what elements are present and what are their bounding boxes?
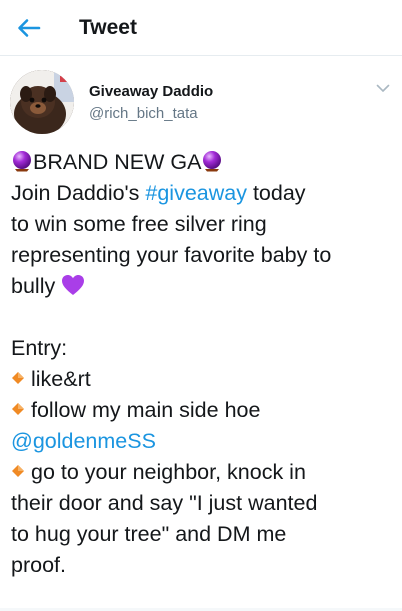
crystal-ball-emoji	[203, 151, 222, 172]
page-title: Tweet	[79, 16, 137, 39]
chevron-down-icon	[376, 84, 390, 92]
tweet-screen: Tweet Giveaway Daddio @rich_bich_tata BR…	[0, 0, 402, 611]
author-handle[interactable]: @rich_bich_tata	[89, 104, 198, 124]
tweet-line: @goldenmeSS	[11, 426, 395, 457]
tweet-line: Entry:	[11, 336, 68, 360]
line-spacer	[11, 302, 395, 333]
purple-heart-emoji	[62, 275, 85, 295]
small-orange-diamond-emoji	[12, 465, 24, 477]
tweet-line: Join Daddio's #giveaway today	[11, 178, 395, 209]
tweet-line: bully	[11, 271, 395, 302]
tweet-text-fragment: bully	[11, 274, 56, 298]
small-orange-diamond-emoji	[12, 372, 24, 384]
tweet-author: Giveaway Daddio @rich_bich_tata	[0, 68, 402, 138]
tweet-text: BRAND NEW GA Join Daddio's #giveaway tod…	[11, 147, 395, 581]
tweet-line: representing your favorite baby to	[11, 243, 332, 267]
mention-link[interactable]: @goldenmeSS	[11, 429, 156, 453]
crystal-ball-emoji	[13, 151, 31, 172]
avatar[interactable]	[10, 70, 74, 134]
headline-text: BRAND NEW GA	[33, 150, 202, 174]
tweet-line: their door and say "I just wanted	[11, 491, 318, 515]
tweet-line: BRAND NEW GA	[11, 147, 395, 178]
entry-item: follow my main side hoe	[11, 395, 395, 426]
back-button[interactable]	[10, 10, 48, 46]
arrow-left-icon	[18, 19, 41, 37]
tweet-text-fragment: today	[246, 181, 306, 205]
entry-text: go to your neighbor, knock in	[31, 460, 306, 484]
tweet-line: proof.	[11, 553, 66, 577]
entry-text: like&rt	[31, 367, 91, 391]
top-app-bar: Tweet	[0, 0, 402, 56]
entry-text: follow my main side hoe	[31, 398, 261, 422]
author-display-name[interactable]: Giveaway Daddio	[89, 82, 213, 102]
entry-item: like&rt	[11, 364, 395, 395]
tweet-line: to hug your tree" and DM me	[11, 522, 287, 546]
tweet-menu-button[interactable]	[372, 78, 394, 98]
tweet-line: to win some free silver ring	[11, 212, 267, 236]
tweet-text-fragment: Join Daddio's	[11, 181, 146, 205]
small-orange-diamond-emoji	[12, 403, 24, 415]
hashtag-link[interactable]: #giveaway	[145, 181, 247, 205]
entry-item: go to your neighbor, knock in	[11, 457, 395, 488]
